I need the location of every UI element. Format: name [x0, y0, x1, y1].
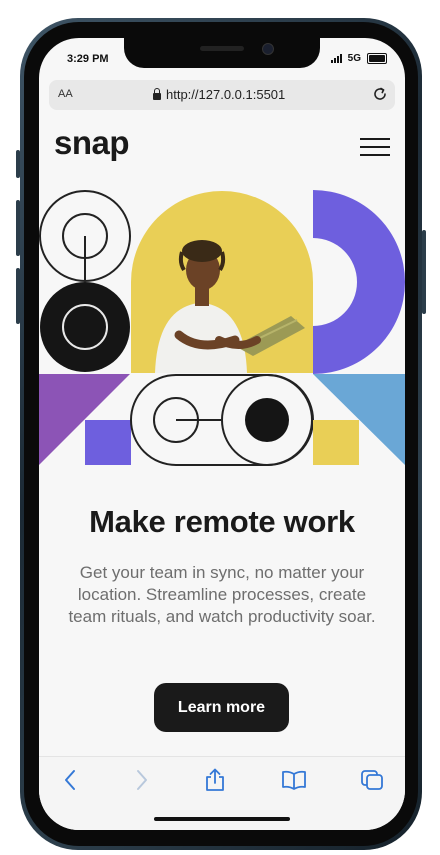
- black-circle-tile: [40, 282, 130, 372]
- text-size-button[interactable]: AA: [58, 88, 73, 100]
- notch: [124, 38, 320, 68]
- device-frame: 3:29 PM 5G AA http://127.0.0.1:5501 snap: [0, 0, 440, 855]
- reload-icon[interactable]: [371, 85, 389, 108]
- hero-headline: Make remote work: [89, 504, 355, 539]
- front-camera: [262, 43, 274, 55]
- screen: 3:29 PM 5G AA http://127.0.0.1:5501 snap: [39, 38, 405, 830]
- volume-down-button: [16, 268, 20, 324]
- signal-icon: [330, 54, 342, 63]
- forward-icon[interactable]: [128, 767, 156, 793]
- yellow-square: [313, 420, 359, 465]
- pill-tile: [130, 374, 314, 466]
- tabs-icon[interactable]: [358, 767, 386, 793]
- hero-photo: [131, 191, 313, 373]
- status-time: 3:29 PM: [67, 53, 109, 65]
- url-field[interactable]: http://127.0.0.1:5501: [153, 87, 285, 102]
- purple-arc-tile: [313, 190, 405, 374]
- power-button: [422, 230, 426, 314]
- lock-icon: [153, 88, 161, 100]
- volume-up-button: [16, 200, 20, 256]
- site-logo[interactable]: snap: [54, 124, 130, 162]
- speaker: [200, 46, 244, 51]
- battery-icon: [367, 53, 387, 64]
- bookmarks-icon[interactable]: [280, 767, 308, 793]
- network-label: 5G: [347, 53, 361, 64]
- hero-illustration: [39, 190, 405, 466]
- url-text: http://127.0.0.1:5501: [166, 87, 286, 102]
- learn-more-button[interactable]: Learn more: [154, 683, 289, 732]
- blue-square: [85, 420, 131, 465]
- hero-description: Get your team in sync, no matter your lo…: [68, 563, 376, 626]
- share-icon[interactable]: [201, 767, 229, 793]
- status-indicators: 5G: [330, 53, 387, 64]
- ring-tile: [39, 190, 131, 282]
- menu-icon[interactable]: [360, 138, 390, 156]
- back-icon[interactable]: [56, 767, 84, 793]
- address-bar[interactable]: AA http://127.0.0.1:5501: [49, 80, 395, 110]
- home-indicator[interactable]: [154, 817, 290, 821]
- mute-switch: [16, 150, 20, 178]
